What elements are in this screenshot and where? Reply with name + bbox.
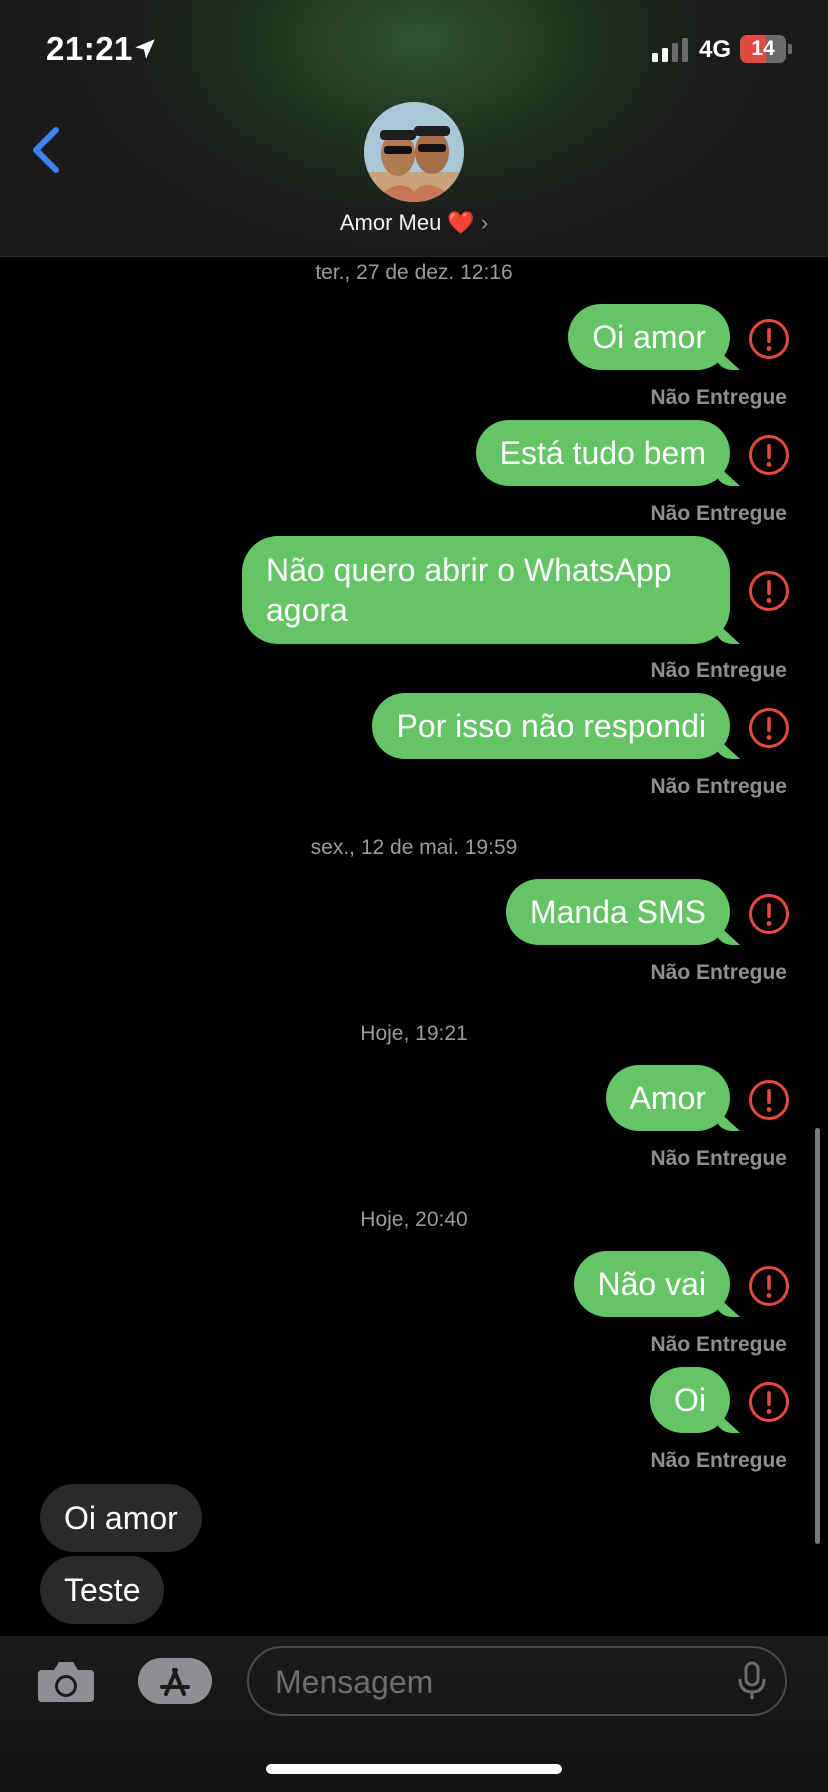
chevron-right-icon: ›: [480, 210, 489, 235]
exclamation-circle-icon[interactable]: [748, 318, 790, 360]
home-indicator[interactable]: [266, 1764, 562, 1774]
timestamp: Hoje, 19:21: [360, 1022, 468, 1045]
delivery-status: Não Entregue: [650, 1449, 787, 1472]
exclamation-circle-icon[interactable]: [748, 893, 790, 935]
suggestion-chip[interactable]: Teste: [40, 1556, 165, 1624]
timestamp: Hoje, 20:40: [360, 1208, 468, 1231]
delivery-status: Não Entregue: [650, 961, 787, 984]
contact-name: Amor Meu ❤️: [339, 210, 475, 235]
scrollbar[interactable]: [815, 1128, 820, 1544]
exclamation-circle-icon[interactable]: [748, 707, 790, 749]
conversation-header: 21:21 4G 14 Amor Meu ❤️ ›: [0, 0, 828, 257]
cellular-signal-icon: [652, 38, 688, 62]
delivery-status: Não Entregue: [650, 502, 787, 525]
network-type: 4G: [699, 36, 732, 63]
app-store-button[interactable]: [138, 1658, 212, 1704]
sent-message[interactable]: Amor: [605, 1065, 730, 1131]
camera-icon[interactable]: [36, 1658, 96, 1704]
delivery-status: Não Entregue: [650, 386, 787, 409]
delivery-status: Não Entregue: [650, 775, 787, 798]
app-store-icon: [160, 1668, 190, 1696]
delivery-status: Não Entregue: [650, 659, 787, 682]
location-arrow-icon: [135, 39, 155, 59]
message-input[interactable]: [273, 1648, 717, 1716]
avatar-photo: [364, 102, 464, 202]
battery-icon: 14: [740, 35, 792, 63]
sent-message[interactable]: Por isso não respondi: [372, 693, 730, 759]
exclamation-circle-icon[interactable]: [748, 434, 790, 476]
suggestion-chip[interactable]: Oi amor: [40, 1484, 202, 1552]
back-chevron-icon[interactable]: [26, 124, 66, 176]
delivery-status: Não Entregue: [650, 1147, 787, 1170]
microphone-icon[interactable]: [737, 1661, 767, 1701]
battery-level: 14: [751, 37, 775, 60]
exclamation-circle-icon[interactable]: [748, 570, 790, 612]
sent-message[interactable]: Manda SMS: [505, 879, 730, 945]
status-time: 21:21: [46, 30, 133, 67]
timestamp: ter., 27 de dez. 12:16: [315, 261, 513, 284]
exclamation-circle-icon[interactable]: [748, 1381, 790, 1423]
exclamation-circle-icon[interactable]: [748, 1079, 790, 1121]
sent-message[interactable]: Oi: [650, 1367, 730, 1433]
contact-name-button[interactable]: Amor Meu ❤️ ›: [0, 210, 828, 236]
sent-message[interactable]: Está tudo bem: [475, 420, 730, 486]
exclamation-circle-icon[interactable]: [748, 1265, 790, 1307]
timestamp: sex., 12 de mai. 19:59: [310, 836, 518, 859]
sent-message[interactable]: Não vai: [573, 1251, 730, 1317]
contact-avatar[interactable]: [364, 102, 464, 202]
sent-message[interactable]: Não quero abrir o WhatsApp agora: [242, 536, 730, 644]
sent-message[interactable]: Oi amor: [568, 304, 730, 370]
message-field[interactable]: [247, 1646, 787, 1716]
delivery-status: Não Entregue: [650, 1333, 787, 1356]
